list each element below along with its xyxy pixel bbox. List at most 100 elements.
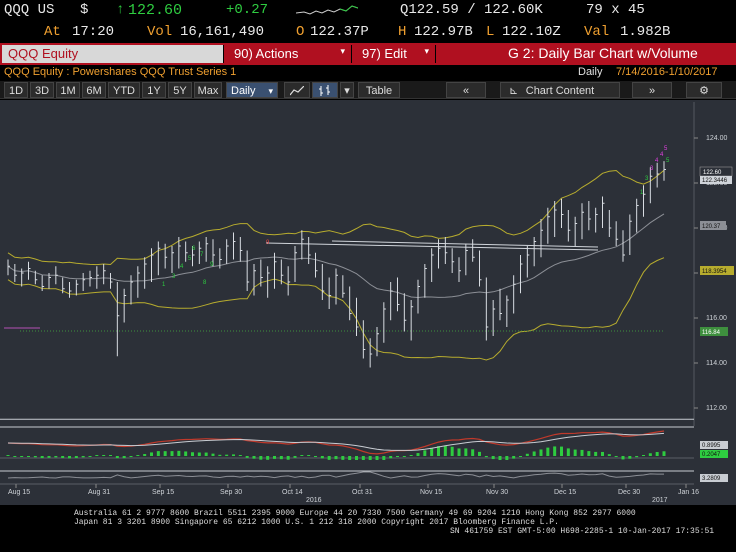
bar-chart-icon[interactable] — [312, 82, 338, 98]
range-max-button[interactable]: Max — [194, 82, 222, 98]
chart-area[interactable]: 124.00122.00120.00118.00116.00114.00112.… — [0, 100, 736, 505]
macd-histogram-bar — [621, 456, 625, 460]
x-tick-label: Dec 30 — [618, 489, 640, 496]
macd-histogram-bar — [314, 456, 317, 457]
x-tick-label: Sep 30 — [220, 489, 242, 496]
macd-histogram-bar — [389, 456, 393, 459]
last-price-label: 122.60 — [703, 170, 722, 176]
macd-histogram-bar — [471, 449, 475, 456]
macd-histogram-bar — [642, 455, 645, 456]
up-arrow-icon: ↑ — [116, 2, 125, 18]
collapse-icon[interactable]: « — [446, 82, 486, 98]
macd-histogram-bar — [245, 456, 249, 458]
table-button[interactable]: Table — [358, 82, 400, 98]
val-label: Val — [584, 24, 610, 40]
footer: Australia 61 2 9777 8600 Brazil 5511 239… — [0, 506, 736, 552]
macd-histogram-bar — [259, 456, 263, 460]
macd-histogram-bar — [423, 450, 427, 456]
chart-content-icon: ⊾ — [509, 85, 519, 97]
macd-histogram-bar — [402, 456, 406, 457]
chart-content-button[interactable]: ⊾ Chart Content — [500, 82, 620, 98]
macd-histogram-bar — [102, 455, 106, 456]
x-tick-label: Nov 30 — [486, 489, 508, 496]
macd-histogram-bar — [40, 456, 44, 459]
range-6m-button[interactable]: 6M — [82, 82, 106, 98]
settings-gear-icon[interactable]: ⚙ — [686, 82, 722, 98]
macd-histogram-bar — [655, 452, 659, 456]
x-tick-label: Aug 15 — [8, 489, 30, 496]
ticker[interactable]: QQQ US — [4, 2, 54, 18]
macd-histogram-bar — [532, 451, 536, 456]
macd-histogram-bar — [601, 451, 604, 456]
macd-histogram-bar — [505, 456, 509, 461]
macd-histogram-bar — [122, 456, 126, 459]
macd-histogram-bar — [416, 453, 420, 456]
macd-histogram-bar — [252, 456, 256, 459]
macd-histogram-bar — [450, 446, 454, 456]
macd-histogram-bar — [27, 456, 30, 457]
macd-histogram-bar — [150, 452, 153, 456]
range-3d-button[interactable]: 3D — [30, 82, 54, 98]
macd-histogram-bar — [47, 456, 51, 458]
quote-size: 79 x 45 — [586, 2, 645, 18]
security-field[interactable]: QQQ Equity — [2, 45, 224, 63]
macd-histogram-bar — [587, 451, 591, 456]
macd-histogram-bar — [218, 454, 222, 456]
x-tick-label: Nov 15 — [420, 489, 442, 496]
macd-value-label: 0.8995 — [702, 443, 721, 449]
range-ytd-button[interactable]: YTD — [108, 82, 140, 98]
x-tick-label: Dec 15 — [554, 489, 576, 496]
chart-content-label: Chart Content — [525, 85, 595, 97]
price-chart[interactable]: 124.00122.00120.00118.00116.00114.00112.… — [0, 100, 736, 505]
edit-menu[interactable]: 97) Edit ▾ — [356, 45, 436, 63]
macd-histogram-bar — [573, 449, 577, 456]
chevron-down-icon: ▾ — [340, 46, 345, 56]
x-tick-label: Oct 31 — [352, 489, 373, 496]
chevron-down-icon: ▾ — [268, 86, 273, 96]
macd-histogram-bar — [191, 452, 194, 456]
macd-histogram-bar — [95, 455, 99, 456]
macd-histogram-bar — [560, 446, 563, 456]
macd-histogram-bar — [74, 456, 78, 458]
footer-session: SN 461759 EST GMT-5:00 H698-2285-1 10-Ja… — [450, 527, 715, 536]
macd-histogram-bar — [409, 455, 413, 456]
macd-histogram-bar — [594, 451, 598, 456]
macd-histogram-bar — [238, 455, 242, 456]
macd-histogram-bar — [396, 456, 399, 457]
macd-histogram-bar — [464, 448, 468, 456]
line-chart-icon[interactable] — [284, 82, 310, 98]
macd-histogram-bar — [197, 452, 201, 456]
macd-histogram-bar — [286, 456, 290, 460]
date-range: 7/14/2016-1/10/2017 — [616, 66, 718, 78]
chart-type-dropdown-icon[interactable]: ▾ — [340, 82, 354, 98]
actions-menu[interactable]: 90) Actions ▾ — [228, 45, 352, 63]
macd-histogram-bar — [525, 453, 529, 456]
year-label-2016: 2016 — [306, 497, 322, 504]
frequency-label: Daily — [231, 85, 256, 97]
low-value: 122.10Z — [502, 24, 561, 40]
macd-histogram-bar — [204, 452, 208, 456]
macd-signal-label: 0.2047 — [702, 452, 721, 458]
expand-icon[interactable]: » — [632, 82, 672, 98]
macd-histogram-bar — [443, 445, 447, 456]
frequency-dropdown[interactable]: Daily ▾ — [226, 82, 278, 98]
macd-histogram-bar — [334, 456, 338, 460]
macd-histogram-bar — [491, 456, 495, 460]
graph-title: G 2: Daily Bar Chart w/Volume — [508, 45, 698, 61]
macd-histogram-bar — [13, 456, 17, 457]
macd-histogram-bar — [266, 456, 270, 460]
range-1m-button[interactable]: 1M — [56, 82, 80, 98]
y-tick-label: 114.00 — [706, 360, 727, 367]
range-1d-button[interactable]: 1D — [4, 82, 28, 98]
subtitle-row: QQQ Equity : Powershares QQQ Trust Serie… — [0, 65, 736, 81]
actions-menu-label: 90) Actions — [234, 46, 299, 61]
macd-histogram-bar — [156, 451, 160, 456]
range-1y-button[interactable]: 1Y — [142, 82, 166, 98]
macd-histogram-bar — [478, 451, 481, 456]
macd-histogram-bar — [614, 456, 618, 457]
macd-histogram-bar — [580, 449, 584, 456]
macd-histogram-bar — [519, 456, 522, 457]
currency-icon: $ — [80, 2, 89, 18]
range-5y-button[interactable]: 5Y — [168, 82, 192, 98]
macd-histogram-bar — [607, 454, 611, 456]
